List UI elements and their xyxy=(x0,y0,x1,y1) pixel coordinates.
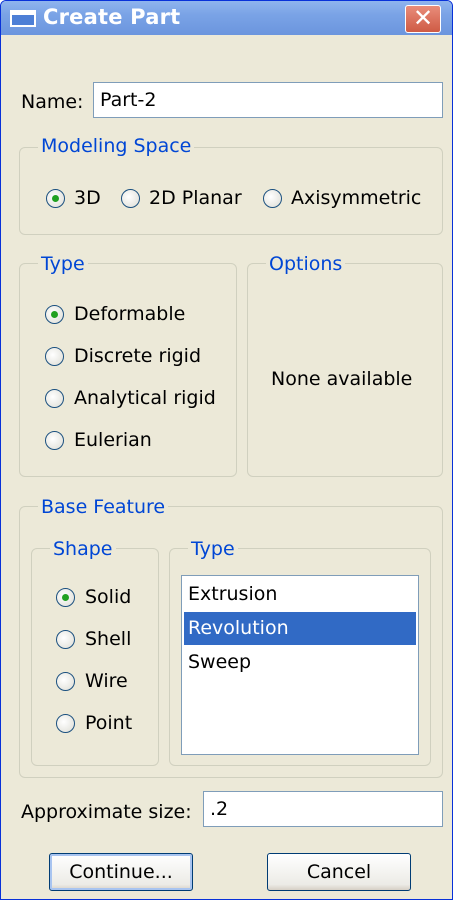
radio-solid-label[interactable]: Solid xyxy=(85,586,131,608)
options-empty-message: None available xyxy=(271,368,413,390)
radio-3d[interactable] xyxy=(46,189,65,208)
radio-shell[interactable] xyxy=(56,630,75,649)
radio-2d-planar[interactable] xyxy=(121,189,140,208)
radio-deformable[interactable] xyxy=(45,305,64,324)
radio-discrete-rigid-label[interactable]: Discrete rigid xyxy=(74,345,201,367)
radio-axisymmetric[interactable] xyxy=(263,189,282,208)
radio-3d-label[interactable]: 3D xyxy=(74,187,101,209)
close-icon[interactable]: ✕ xyxy=(405,5,441,33)
radio-discrete-rigid[interactable] xyxy=(45,347,64,366)
create-part-dialog: Create Part ✕ Name: Part-2 Modeling Spac… xyxy=(0,0,453,900)
window-icon xyxy=(10,10,36,27)
title-bar[interactable]: Create Part ✕ xyxy=(1,1,452,35)
modeling-space-legend: Modeling Space xyxy=(38,135,195,157)
radio-analytical-rigid-label[interactable]: Analytical rigid xyxy=(74,387,216,409)
cancel-button[interactable]: Cancel xyxy=(267,853,411,891)
radio-axisymmetric-label[interactable]: Axisymmetric xyxy=(291,187,421,209)
radio-shell-label[interactable]: Shell xyxy=(85,628,131,650)
radio-2d-planar-label[interactable]: 2D Planar xyxy=(149,187,242,209)
name-label: Name: xyxy=(21,91,84,113)
radio-wire[interactable] xyxy=(56,672,75,691)
radio-point-label[interactable]: Point xyxy=(85,712,132,734)
feature-type-legend: Type xyxy=(188,538,238,560)
dialog-title: Create Part xyxy=(43,5,181,29)
shape-legend: Shape xyxy=(50,538,116,560)
name-field[interactable]: Part-2 xyxy=(93,82,443,118)
options-legend: Options xyxy=(266,253,346,275)
radio-deformable-label[interactable]: Deformable xyxy=(74,303,185,325)
type-legend: Type xyxy=(38,253,88,275)
continue-button[interactable]: Continue... xyxy=(49,853,193,891)
approximate-size-field[interactable]: .2 xyxy=(203,791,443,827)
approximate-size-label: Approximate size: xyxy=(21,801,192,823)
radio-point[interactable] xyxy=(56,714,75,733)
list-item-revolution[interactable]: Revolution xyxy=(184,612,416,645)
list-item-extrusion[interactable]: Extrusion xyxy=(184,578,416,611)
radio-eulerian-label[interactable]: Eulerian xyxy=(74,429,152,451)
feature-type-list[interactable]: Extrusion Revolution Sweep xyxy=(181,575,419,755)
base-feature-legend: Base Feature xyxy=(38,496,169,518)
list-item-sweep[interactable]: Sweep xyxy=(184,646,416,679)
radio-analytical-rigid[interactable] xyxy=(45,389,64,408)
radio-wire-label[interactable]: Wire xyxy=(85,670,128,692)
radio-eulerian[interactable] xyxy=(45,431,64,450)
radio-solid[interactable] xyxy=(56,588,75,607)
